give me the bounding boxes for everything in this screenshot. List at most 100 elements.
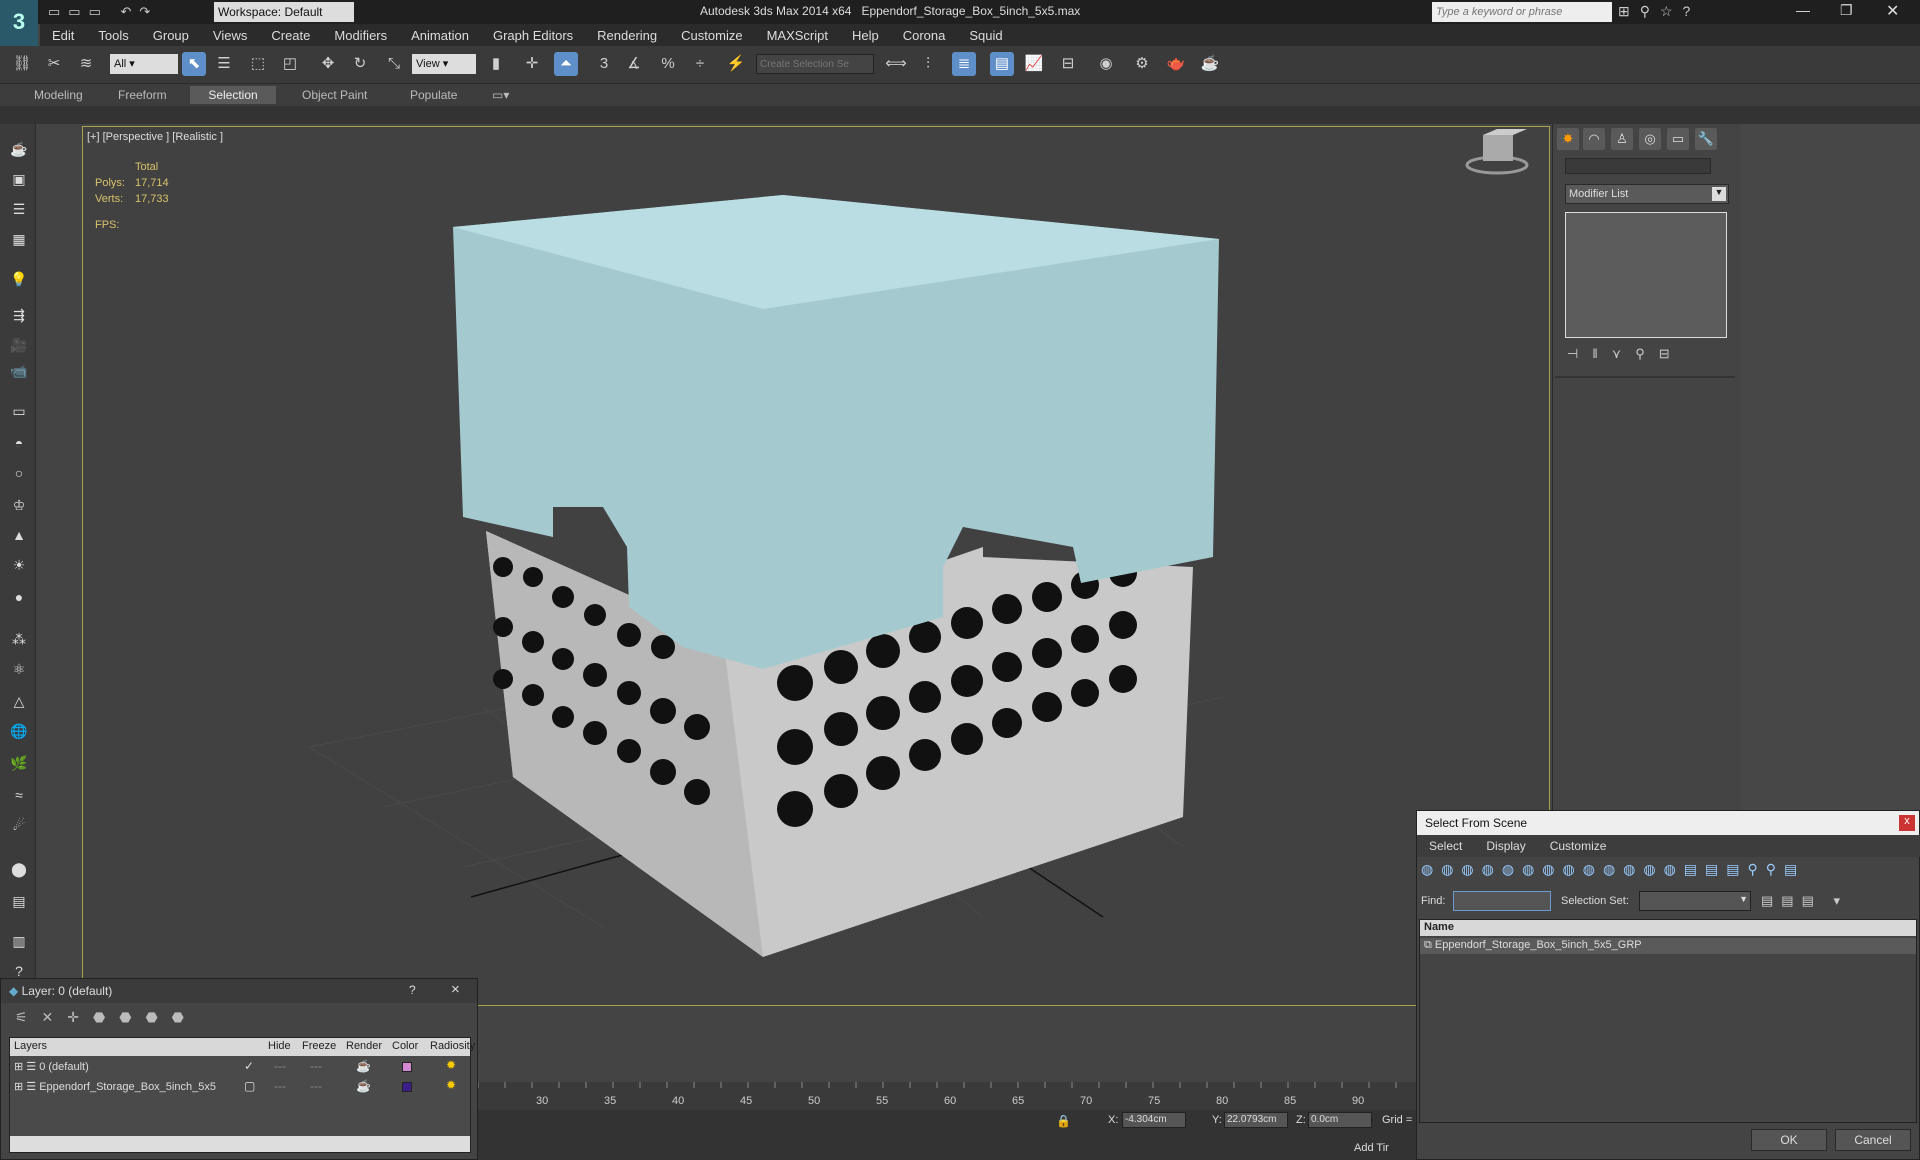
menu-maxscript[interactable]: MAXScript [755,24,840,47]
menu-views[interactable]: Views [201,24,259,47]
stack-controls[interactable]: ⊣‖⋎⚲⊟ [1567,346,1684,362]
menu-customize[interactable]: Customize [669,24,754,47]
render-setup-icon[interactable]: ⚙ [1130,52,1154,76]
create-tab-icon[interactable]: ✸ [1557,128,1579,150]
perspective-viewport[interactable]: [+] [Perspective ] [Realistic ] Total Po… [82,126,1550,1006]
sun-icon[interactable]: ☀ [8,554,30,576]
table-row[interactable]: ⊞ ☰ Eppendorf_Storage_Box_5inch_5x5 ▢ --… [10,1078,470,1096]
restore-icon[interactable]: ❐ [1840,2,1853,19]
bind-spacewarp-icon[interactable]: ≋ [74,52,98,76]
radiosity-icon[interactable]: ✹ [446,1078,456,1092]
quick-access-icons[interactable]: ▭▭▭ ↶↷ [48,4,158,20]
light-bulb-icon[interactable]: 💡 [8,268,30,290]
unlink-icon[interactable]: ✂ [42,52,66,76]
freeze-toggle[interactable]: --- [310,1059,322,1073]
render-production-icon[interactable]: ☕ [1198,52,1222,76]
col-color[interactable]: Color [392,1040,418,1052]
radiosity-icon[interactable]: ✹ [446,1058,456,1072]
list-icon[interactable]: ☰ [8,198,30,220]
close-icon[interactable]: ✕ [1886,1,1899,21]
keyboard-shortcut-icon[interactable]: ⏶ [554,52,578,76]
move-icon[interactable]: ✥ [316,52,340,76]
motion-tab-icon[interactable]: ◎ [1639,128,1661,150]
hierarchy-tab-icon[interactable]: ♙ [1611,128,1633,150]
utilities-tab-icon[interactable]: 🔧 [1695,128,1717,150]
horizontal-scrollbar[interactable] [10,1136,470,1152]
rendered-frame-icon[interactable]: 🫖 [1164,52,1188,76]
render-teapot-icon[interactable]: ☕ [356,1059,371,1073]
sphere-icon[interactable]: ○ [8,462,30,484]
calculator-icon[interactable]: ▤ [8,890,30,912]
layer-color-swatch[interactable] [402,1062,412,1072]
menu-squid[interactable]: Squid [957,24,1014,47]
render-teapot-icon[interactable]: ☕ [356,1079,371,1093]
tab-object-paint[interactable]: Object Paint [288,86,381,104]
molecule-icon[interactable]: ⚛ [8,658,30,680]
lock-icon[interactable]: 🔒 [1056,1114,1071,1128]
menu-create[interactable]: Create [259,24,322,47]
select-object-icon[interactable]: ⬉ [182,52,206,76]
close-button[interactable]: × [451,981,460,998]
tab-modeling[interactable]: Modeling [20,86,97,104]
table-icon[interactable]: ▦ [8,228,30,250]
x-coordinate-field[interactable]: -4.304cm [1122,1112,1186,1128]
image-icon[interactable]: ▣ [8,168,30,190]
scale-icon[interactable]: ⤡ [382,52,406,76]
menu-customize[interactable]: Customize [1538,835,1619,857]
menu-display[interactable]: Display [1474,835,1537,857]
timeline[interactable]: 30 35 40 45 50 55 60 65 70 75 80 85 90 [477,1082,1416,1110]
viewport-label[interactable]: [+] [Perspective ] [Realistic ] [87,131,223,143]
col-radiosity[interactable]: Radiosity [430,1040,475,1052]
menu-corona[interactable]: Corona [891,24,958,47]
help-icons[interactable]: ⊞⚲☆? [1618,3,1700,20]
percent-snap-icon[interactable]: % [656,52,680,76]
plane-icon[interactable]: ▭ [8,400,30,422]
animate-icon[interactable]: ⇶ [8,304,30,326]
menu-group[interactable]: Group [141,24,201,47]
add-time-tag[interactable]: Add Tir [1354,1142,1389,1154]
disc-icon[interactable]: ● [8,586,30,608]
minimize-icon[interactable]: — [1796,2,1810,18]
y-coordinate-field[interactable]: 22.0793cm [1224,1112,1288,1128]
video-icon[interactable]: 📹 [8,360,30,382]
modify-tab-icon[interactable]: ◠ [1583,128,1605,150]
menu-graph-editors[interactable]: Graph Editors [481,24,585,47]
menu-select[interactable]: Select [1417,835,1474,857]
col-hide[interactable]: Hide [268,1040,291,1052]
filter-toolbar[interactable]: ◍◍◍◍◍◍◍◍◍◍◍◍◍▤▤▤⚲⚲▤ [1421,861,1805,878]
list-item[interactable]: ⧉ Eppendorf_Storage_Box_5inch_5x5_GRP [1420,938,1916,954]
particles-icon[interactable]: ⁂ [8,628,30,650]
tab-populate[interactable]: Populate [396,86,471,104]
search-input[interactable] [1432,2,1612,22]
modifier-stack[interactable] [1565,212,1727,338]
snap-3d-icon[interactable]: 3 [592,52,616,76]
manipulate-icon[interactable]: ✛ [520,52,544,76]
help-button[interactable]: ? [409,983,416,997]
menu-edit[interactable]: Edit [40,24,86,47]
menu-tools[interactable]: Tools [86,24,140,47]
camera-icon[interactable]: 🎥 [8,334,30,356]
ok-button[interactable]: OK [1751,1129,1827,1151]
view-cube[interactable] [1465,129,1529,175]
mirror-icon[interactable]: ⟺ [884,52,908,76]
triangle-icon[interactable]: △ [8,690,30,712]
spinner-snap-icon[interactable]: ÷ [688,52,712,76]
cancel-button[interactable]: Cancel [1835,1129,1911,1151]
select-by-name-icon[interactable]: ☰ [212,52,236,76]
layer-color-swatch[interactable] [402,1082,412,1092]
selection-set-dropdown[interactable]: ▼ [1639,891,1751,911]
app-logo[interactable]: 3 [0,0,38,46]
col-freeze[interactable]: Freeze [302,1040,336,1052]
script-icon[interactable]: ▥ [8,930,30,952]
menu-modifiers[interactable]: Modifiers [322,24,399,47]
table-row[interactable]: ⊞ ☰ 0 (default) ✓ --- --- ☕ ✹ [10,1058,470,1076]
curve-editor-icon[interactable]: 📈 [1022,52,1046,76]
globe-icon[interactable]: 🌐 [8,720,30,742]
align-icon[interactable]: ⫶ [916,52,940,76]
ribbon-options-icon[interactable]: ▭▾ [478,86,523,104]
scene-explorer-icon[interactable]: ▤ [990,52,1014,76]
hair-icon[interactable]: ≈ [8,784,30,806]
angle-snap-icon[interactable]: ∡ [622,52,646,76]
freeze-toggle[interactable]: --- [310,1079,322,1093]
tab-freeform[interactable]: Freeform [104,86,181,104]
